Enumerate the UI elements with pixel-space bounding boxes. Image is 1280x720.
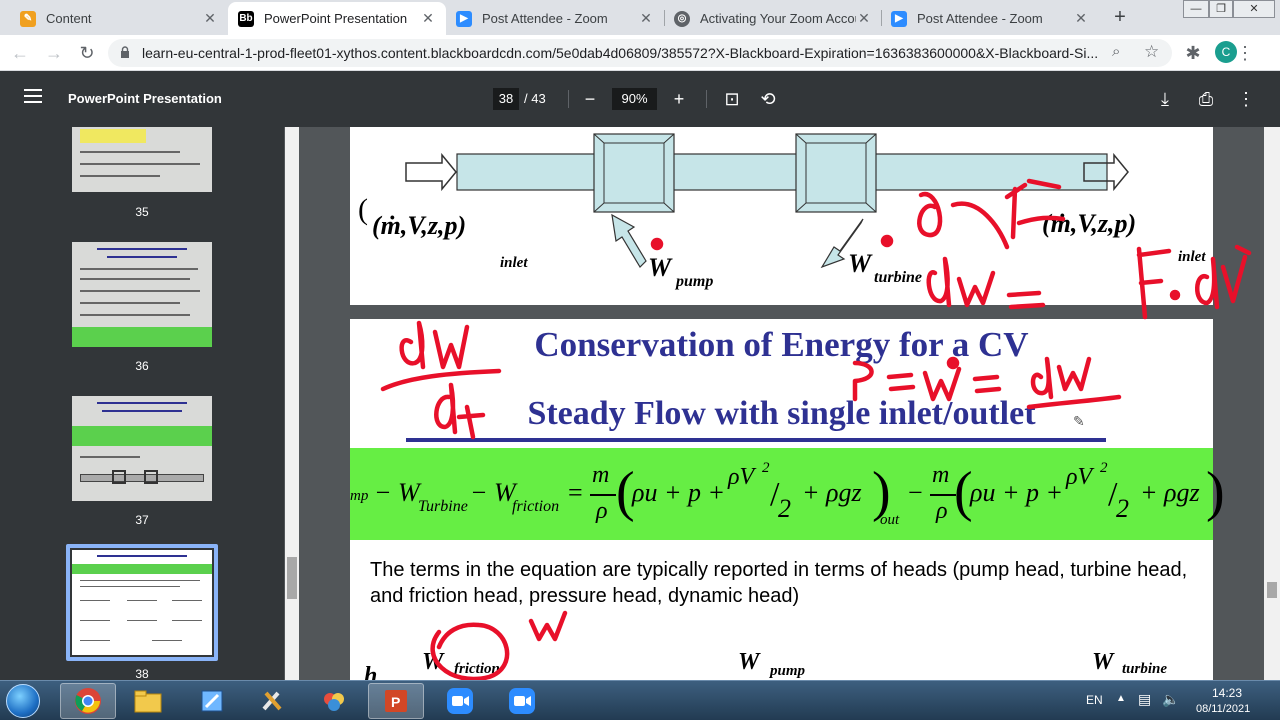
pen-cursor-icon: ✎ (1073, 413, 1085, 429)
tab-title: Post Attendee - Zoom (482, 11, 608, 26)
pdf-title: PowerPoint Presentation (68, 91, 222, 106)
back-button[interactable]: ← (8, 41, 32, 65)
thumbnail-label: 38 (135, 667, 149, 680)
network-icon[interactable]: ▤ (1138, 691, 1151, 708)
close-window-button[interactable]: ✕ (1233, 0, 1275, 18)
close-icon[interactable]: ✕ (1073, 10, 1089, 27)
blackboard-icon: Bb (238, 10, 254, 27)
file-explorer-icon[interactable] (120, 683, 176, 719)
tab-content[interactable]: ✎ Content ✕ (10, 2, 228, 35)
url-text: learn-eu-central-1-prod-fleet01-xythos.c… (142, 45, 1099, 61)
tab-title: Post Attendee - Zoom (917, 11, 1043, 26)
chrome-icon[interactable] (60, 683, 116, 719)
search-icon[interactable]: ⌕ (1112, 43, 1120, 60)
divider (568, 90, 569, 108)
thumbnail-sidebar: 35 36 37 38 (0, 127, 284, 680)
powerpoint-icon[interactable]: P (368, 683, 424, 719)
ink-annotations (380, 178, 1252, 680)
tab-title: PowerPoint Presentation (264, 11, 408, 26)
page-number-input[interactable]: 38 (493, 88, 519, 110)
thumbnail-page-38[interactable] (72, 550, 212, 655)
tab-strip: ✎ Content ✕ Bb PowerPoint Presentation ✕… (0, 0, 1280, 35)
tab-activating-zoom[interactable]: ◎ Activating Your Zoom Accou ✕ (664, 2, 882, 35)
new-tab-button[interactable]: + (1108, 5, 1132, 29)
fit-page-icon[interactable]: ⊡ (720, 87, 744, 111)
document-viewport: ( (ṁ,V,z,p) inlet W pump W turbine (ṁ,V,… (299, 127, 1264, 680)
thumbnail-page-37[interactable] (72, 396, 212, 501)
scrollbar-thumb[interactable] (287, 557, 297, 599)
close-icon[interactable]: ✕ (420, 10, 436, 27)
volume-icon[interactable]: 🔈 (1162, 691, 1179, 708)
print-icon[interactable]: ⎙ (1194, 87, 1218, 111)
profile-avatar[interactable]: C (1215, 41, 1237, 63)
start-button[interactable] (6, 684, 40, 718)
maximize-button[interactable]: ❐ (1209, 0, 1233, 18)
games-icon[interactable] (306, 683, 362, 719)
reload-button[interactable]: ↻ (75, 41, 99, 65)
zoom-icon: ▶ (456, 10, 472, 27)
minimize-button[interactable]: — (1183, 0, 1209, 18)
pdf-toolbar: PowerPoint Presentation 38 / 43 − 90% + … (0, 71, 1280, 127)
close-icon[interactable]: ✕ (638, 10, 654, 27)
extensions-icon[interactable]: ✱ (1181, 41, 1205, 65)
globe-icon: ◎ (674, 10, 690, 27)
zoom-in-icon[interactable]: + (667, 87, 691, 111)
zoom-out-icon[interactable]: − (578, 87, 602, 111)
svg-text:P: P (391, 694, 400, 710)
menu-icon[interactable] (24, 89, 42, 109)
clock-date[interactable]: 08/11/2021 (1196, 703, 1250, 715)
bookmark-star-icon[interactable]: ☆ (1144, 42, 1159, 62)
language-indicator[interactable]: EN (1086, 693, 1103, 707)
paint-icon[interactable] (184, 683, 240, 719)
more-options-icon[interactable]: ⋮ (1234, 87, 1258, 111)
thumbnail-scrollbar[interactable] (285, 127, 299, 680)
page-total: / 43 (524, 91, 546, 106)
zoom-meeting-icon[interactable] (494, 683, 550, 719)
tab-title: Activating Your Zoom Accou (700, 11, 856, 26)
address-bar[interactable]: learn-eu-central-1-prod-fleet01-xythos.c… (108, 39, 1172, 67)
tab-post-attendee-zoom-2[interactable]: ▶ Post Attendee - Zoom ✕ (881, 2, 1099, 35)
close-icon[interactable]: ✕ (202, 10, 218, 27)
forward-button[interactable]: → (42, 41, 66, 65)
thumbnail-page-36[interactable] (72, 242, 212, 347)
thumbnail-label: 36 (135, 359, 149, 373)
tab-post-attendee-zoom[interactable]: ▶ Post Attendee - Zoom ✕ (446, 2, 664, 35)
tray-expand-icon[interactable]: ▲ (1116, 693, 1126, 704)
zoom-level-input[interactable]: 90% (612, 88, 657, 110)
clock-time[interactable]: 14:23 (1212, 686, 1242, 700)
zoom-icon[interactable] (432, 683, 488, 719)
pencil-icon: ✎ (20, 10, 36, 27)
document-scrollbar[interactable] (1264, 127, 1280, 680)
browser-toolbar: ← → ↻ learn-eu-central-1-prod-fleet01-xy… (0, 35, 1280, 71)
scrollbar-thumb[interactable] (1267, 582, 1277, 598)
tab-title: Content (46, 11, 92, 26)
lock-icon (121, 46, 129, 58)
tools-icon[interactable] (244, 683, 300, 719)
tab-powerpoint-presentation[interactable]: Bb PowerPoint Presentation ✕ (228, 2, 446, 35)
close-icon[interactable]: ✕ (856, 10, 872, 27)
thumbnail-label: 37 (135, 513, 149, 527)
windows-taskbar: P EN ▲ ▤ 🔈 14:23 08/11/2021 (0, 680, 1280, 720)
thumbnail-page-35[interactable] (72, 127, 212, 192)
download-icon[interactable]: ⤓ (1153, 87, 1177, 111)
thumbnail-label: 35 (135, 205, 149, 219)
rotate-icon[interactable]: ⟲ (756, 87, 780, 111)
zoom-icon: ▶ (891, 10, 907, 27)
divider (706, 90, 707, 108)
